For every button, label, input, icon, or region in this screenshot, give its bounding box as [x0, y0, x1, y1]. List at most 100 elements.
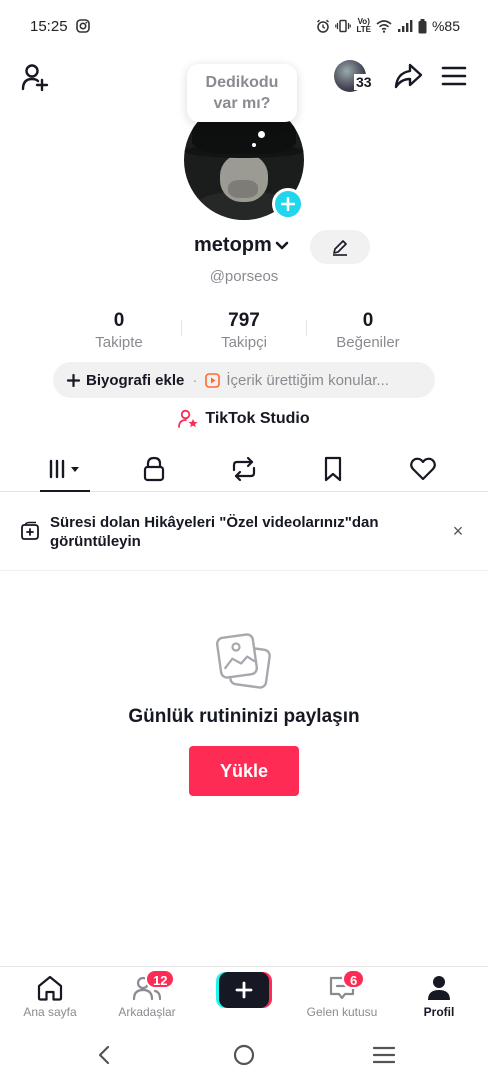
instagram-notification-icon — [75, 19, 90, 33]
nav-inbox-label: Gelen kutusu — [306, 1005, 378, 1019]
bubble-tail-dot-small — [252, 143, 256, 147]
tab-saved[interactable] — [303, 446, 363, 492]
status-time: 15:25 — [30, 17, 68, 35]
likes-label: Beğeniler — [336, 334, 400, 351]
upload-button[interactable]: Yükle — [189, 746, 299, 796]
tab-videos[interactable] — [35, 446, 95, 492]
tab-liked[interactable] — [393, 446, 453, 492]
nav-profile-label: Profil — [423, 1005, 455, 1019]
content-topics-label: İçerik ürettiğim konular... — [226, 371, 389, 389]
battery-icon — [418, 18, 427, 34]
repost-icon — [232, 456, 256, 482]
edit-profile-button[interactable] — [310, 230, 370, 264]
empty-state-title: Günlük rutininizi paylaşın — [128, 706, 360, 727]
content-tabs — [0, 446, 488, 492]
plus-icon — [67, 373, 80, 387]
menu-button[interactable] — [438, 60, 470, 92]
create-button-face — [219, 972, 269, 1008]
status-bar: 15:25 Vo) LTE %85 — [0, 0, 488, 52]
bookmark-icon — [324, 456, 342, 482]
add-bio-button[interactable]: Biyografi ekle — [67, 372, 184, 389]
story-count: 33 — [354, 74, 374, 90]
bubble-line-1: Dedikodu — [205, 74, 279, 91]
volte-icon: Vo) LTE — [356, 17, 371, 34]
profile-person-icon — [428, 976, 450, 1000]
back-chevron-icon — [98, 1045, 110, 1065]
nav-profile[interactable]: Profil — [391, 973, 487, 1023]
chevron-down-icon — [275, 241, 289, 249]
plus-icon — [281, 197, 295, 211]
wifi-icon — [376, 19, 392, 33]
hamburger-menu-icon — [441, 66, 467, 86]
recents-lines-icon — [373, 1046, 395, 1064]
create-video-button[interactable] — [216, 972, 272, 1008]
nav-inbox[interactable]: 6 Gelen kutusu — [294, 969, 390, 1023]
tiktok-studio-label: TikTok Studio — [205, 410, 310, 427]
system-navigation-bar — [0, 1030, 488, 1080]
following-count: 0 — [113, 310, 125, 331]
likes-count: 0 — [362, 310, 374, 331]
inbox-badge: 6 — [342, 969, 366, 989]
bubble-tail-dot — [258, 131, 265, 138]
nav-friends-label: Arkadaşlar — [118, 1005, 176, 1019]
profile-stats: 0 Takipte 797 Takipçi 0 Beğeniler — [0, 310, 488, 354]
top-right-actions: 33 — [334, 60, 470, 92]
followers-stat[interactable]: 797 Takipçi — [184, 310, 304, 351]
nav-home-label: Ana sayfa — [23, 1005, 77, 1019]
nav-home[interactable]: Ana sayfa — [2, 973, 98, 1023]
system-back-button[interactable] — [84, 1042, 124, 1068]
gossip-note-bubble[interactable]: Dedikodu var mı? — [187, 64, 297, 122]
bio-bar: Biyografi ekle · İçerik ürettiğim konula… — [53, 362, 435, 398]
tiktok-studio-link[interactable]: TikTok Studio — [0, 406, 488, 432]
tab-reposts[interactable] — [214, 446, 274, 492]
add-story-button[interactable] — [272, 188, 304, 220]
pencil-icon — [333, 240, 347, 256]
avatar-hand — [228, 180, 258, 198]
video-play-icon — [205, 372, 221, 388]
username: @porseos — [209, 268, 279, 285]
vibrate-icon — [335, 19, 352, 33]
home-icon — [37, 975, 63, 1001]
tab-private[interactable] — [124, 446, 184, 492]
status-bar-right: Vo) LTE %85 — [316, 18, 460, 34]
notice-text: Süresi dolan Hikâyeleri "Özel videoların… — [50, 514, 379, 550]
likes-stat[interactable]: 0 Beğeniler — [308, 310, 428, 351]
add-bio-label: Biyografi ekle — [86, 371, 185, 389]
share-arrow-icon — [394, 63, 423, 89]
battery-percent: %85 — [431, 18, 460, 34]
name-row: metopm — [0, 230, 488, 264]
bio-separator: · — [192, 371, 198, 389]
friends-badge: 12 — [145, 969, 176, 989]
add-friend-button[interactable] — [18, 60, 52, 94]
grid-filter-icon — [49, 459, 79, 479]
alarm-icon — [316, 19, 330, 33]
close-icon: × — [452, 521, 464, 541]
active-tab-indicator — [40, 490, 90, 492]
account-switcher[interactable]: metopm — [194, 234, 289, 257]
stat-divider — [306, 320, 307, 336]
following-label: Takipte — [95, 334, 143, 351]
person-plus-icon — [21, 64, 49, 92]
followers-label: Takipçi — [221, 334, 267, 351]
close-notice-button[interactable]: × — [448, 521, 468, 541]
content-topics-button[interactable]: İçerik ürettiğim konular... — [205, 372, 389, 389]
share-profile-button[interactable] — [392, 60, 424, 92]
signal-icon — [397, 20, 413, 32]
status-bar-left: 15:25 — [30, 18, 90, 35]
story-add-icon — [20, 521, 40, 546]
stat-divider — [181, 320, 182, 336]
system-recents-button[interactable] — [364, 1042, 404, 1068]
heart-icon — [410, 457, 436, 481]
story-avatar[interactable]: 33 — [334, 60, 374, 92]
photos-placeholder-icon — [214, 630, 274, 697]
followers-count: 797 — [228, 310, 260, 331]
lock-icon — [143, 456, 165, 482]
nav-friends[interactable]: 12 Arkadaşlar — [99, 969, 195, 1023]
bubble-line-2: var mı? — [213, 95, 271, 112]
plus-icon — [235, 981, 253, 999]
expired-stories-notice: Süresi dolan Hikâyeleri "Özel videoların… — [0, 493, 488, 571]
following-stat[interactable]: 0 Takipte — [59, 310, 179, 351]
system-home-button[interactable] — [224, 1042, 264, 1068]
creator-person-star-icon — [178, 409, 198, 428]
display-name: metopm — [194, 234, 272, 256]
